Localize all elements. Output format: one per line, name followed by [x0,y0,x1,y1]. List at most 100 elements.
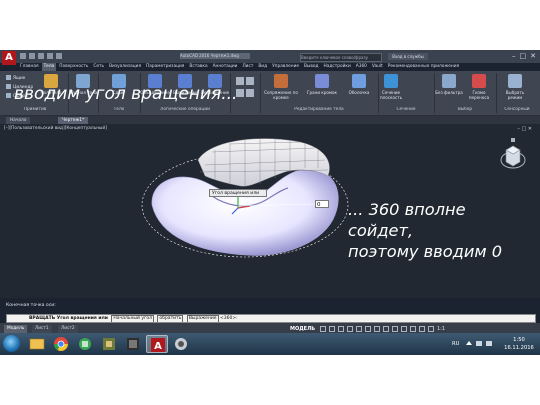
ribbon-tab-3[interactable]: Поверхность [57,63,90,71]
ribbon-tab-6[interactable]: Параметризация [144,63,186,71]
option-reverse[interactable]: обратить [157,315,184,322]
panel-solid-edit: Сопряжение по кромке Грани кромок Оболоч… [260,73,379,113]
taskbar-file-manager-icon[interactable] [74,335,96,353]
tab-drawing1[interactable]: Чертеж1* [58,117,89,124]
thicken-icon[interactable] [246,77,254,85]
volume-icon[interactable] [486,341,492,346]
instruction-note: ... 360 вполне сойдет, поэтому вводим 0 [348,199,502,262]
network-icon[interactable] [476,341,482,346]
transparency-toggle-icon[interactable] [383,326,389,332]
tray-icons [466,341,492,346]
select-mode-button[interactable]: Выбрать режим [500,74,530,100]
tray-arrow-icon[interactable] [466,341,472,345]
viewport-controls-label[interactable]: [–][Пользовательский вид][Концептуальный… [4,126,107,131]
tab-start[interactable]: Начало [6,117,31,124]
ribbon-tab-12[interactable]: Вывод [302,63,320,71]
undo-icon[interactable] [47,53,53,59]
extract-edges-button[interactable]: Грани кромок [304,74,340,95]
osnap-toggle-icon[interactable] [356,326,362,332]
save-icon[interactable] [38,53,44,59]
maximize-button[interactable]: □ [520,52,527,60]
move-gizmo-icon [472,74,486,88]
otrack-toggle-icon[interactable] [365,326,371,332]
open-file-icon[interactable] [29,53,35,59]
3d-osnap-icon[interactable] [401,326,407,332]
option-expression[interactable]: Выражение [186,315,219,322]
command-default: <360>: [219,316,238,321]
ribbon-tab-9[interactable]: Лист [240,63,255,71]
command-line[interactable]: ВРАЩАТЬ Угол вращения или Начальный угол… [6,314,536,323]
redo-icon[interactable] [56,53,62,59]
ribbon-tab-4[interactable]: Сеть [91,63,106,71]
option-start-angle[interactable]: Начальный угол [111,315,154,322]
keyboard-language-indicator[interactable]: RU [452,341,459,347]
panel-label-primitive: Примитив [23,107,47,112]
taskbar-explorer-icon[interactable] [26,335,48,353]
taskbar-film-icon[interactable] [122,335,144,353]
search-input[interactable]: Введите ключевое слово/фразу [300,53,382,62]
close-button[interactable]: ✕ [530,52,536,60]
dynamic-input-prompt: Угол вращения или [209,189,267,197]
ribbon-tab-16[interactable]: Рекомендованные приложения [386,63,461,71]
tab-model[interactable]: Модель [4,325,28,333]
snap-toggle-icon[interactable] [329,326,335,332]
quick-access-toolbar [20,53,62,59]
ribbon-tab-5[interactable]: Визуализация [107,63,143,71]
polar-toggle-icon[interactable] [347,326,353,332]
lineweight-toggle-icon[interactable] [374,326,380,332]
dynamic-ucs-icon[interactable] [410,326,416,332]
system-clock[interactable]: 1:50 16.11.2016 [502,336,536,352]
gizmo-toggle-icon[interactable] [428,326,434,332]
shell-button[interactable]: Оболочка [342,74,376,95]
ribbon-tab-10[interactable]: Вид [256,63,269,71]
taskbar-other-app-icon[interactable] [170,335,192,353]
sign-in-button[interactable]: Вход в службы [388,53,428,60]
note-line-2: сойдет, [348,221,414,240]
ortho-toggle-icon[interactable] [338,326,344,332]
ribbon-tab-11[interactable]: Управление [270,63,301,71]
title-bar: A AutoCAD 2016 Чертеж1.dwg Введите ключе… [0,50,540,65]
ribbon-tab-7[interactable]: Вставка [187,63,209,71]
no-filter-button[interactable]: Без фильтра [434,74,464,95]
clock-time: 1:50 [513,337,525,343]
angle-input-field[interactable]: 0 [315,200,329,208]
taskbar-media-icon[interactable] [98,335,120,353]
section-plane-button[interactable]: Сечение плоскость [376,74,406,100]
grid-toggle-icon[interactable] [320,326,326,332]
imprint-icon[interactable] [246,89,254,97]
taskbar-autocad-icon[interactable]: A [146,335,168,353]
windows-start-button[interactable] [3,335,20,352]
tab-layout2[interactable]: Лист2 [58,325,78,333]
ribbon-tab-1[interactable]: Главная [18,63,41,71]
panel-label-touch: Сенсорный [504,107,530,112]
autocad-logo-icon[interactable]: A [2,51,16,65]
filter-icon [442,74,456,88]
ribbon-tab-15[interactable]: Vault [370,63,385,71]
ribbon-tabs: Главная Тело Поверхность Сеть Визуализация Па… [18,63,540,71]
tab-layout1[interactable]: Лист1 [32,325,52,333]
fillet-edge-icon [274,74,288,88]
model-space-button[interactable]: МОДЕЛЬ [290,326,315,332]
note-line-3: поэтому вводим 0 [348,242,502,261]
ribbon-tab-8[interactable]: Аннотации [211,63,240,71]
ribbon-tab-13[interactable]: Надстройки [322,63,353,71]
box-icon [6,75,11,80]
viewport-window-controls[interactable]: – □ ✕ [517,126,532,132]
box-item[interactable]: Ящик [6,75,25,81]
taskbar-chrome-icon[interactable] [50,335,72,353]
extract-edges-icon [315,74,329,88]
drafting-toggles [320,326,434,332]
annotation-scale[interactable]: 1:1 [437,326,445,332]
filter-toggle-icon[interactable] [419,326,425,332]
viewcube[interactable] [500,136,526,176]
fillet-edge-button[interactable]: Сопряжение по кромке [260,74,302,100]
ribbon-tab-14[interactable]: A360 [354,63,369,71]
sphere-icon [6,93,11,98]
panel-label-solid-edit: Редактирование тела [294,107,344,112]
move-gizmo-button[interactable]: Гизмо переноса [464,74,494,100]
section-plane-icon [384,74,398,88]
minimize-button[interactable]: – [512,52,516,60]
ribbon-tab-2[interactable]: Тело [41,63,57,71]
new-file-icon[interactable] [20,53,26,59]
selection-cycling-icon[interactable] [392,326,398,332]
